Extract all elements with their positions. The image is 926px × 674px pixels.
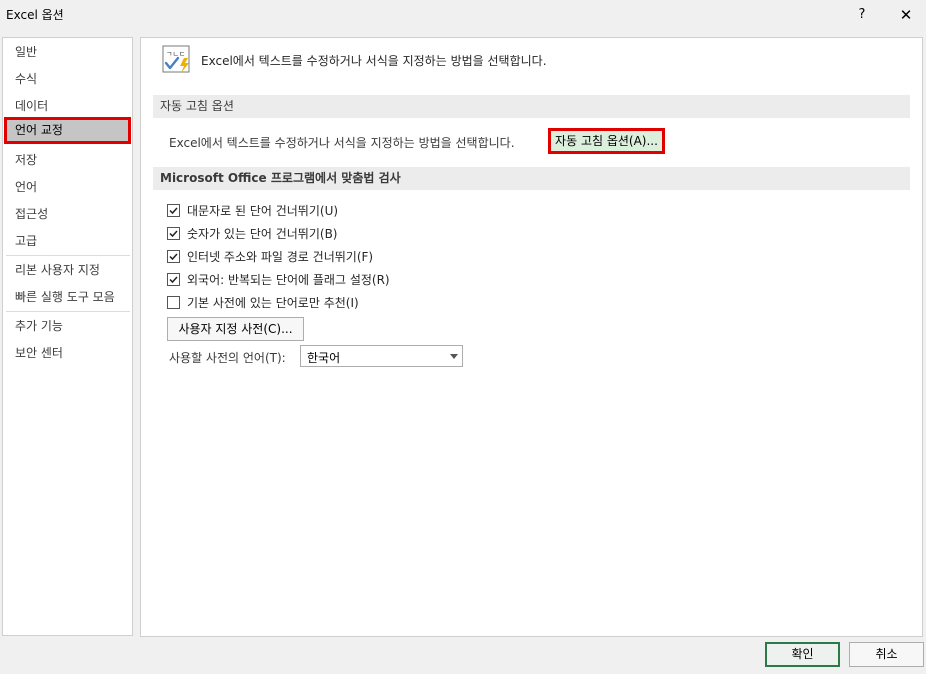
dictionary-language-select[interactable]: 한국어 [300,345,463,367]
sidebar-item-language[interactable]: 언어 [4,174,131,200]
autocorrect-options-button[interactable]: 자동 고침 옵션(A)... [548,128,665,154]
checkbox-label: 대문자로 된 단어 건너뛰기(U) [187,204,339,218]
checkbox[interactable] [167,273,180,286]
window-title: Excel 옵션 [6,8,64,22]
section-spelling-title: Microsoft Office 프로그램에서 맞춤법 검사 [153,167,910,190]
cancel-button[interactable]: 취소 [849,642,924,667]
page-header-text: Excel에서 텍스트를 수정하거나 서식을 지정하는 방법을 선택합니다. [201,54,547,68]
dictionary-language-label: 사용할 사전의 언어(T): [169,351,286,365]
ok-button[interactable]: 확인 [765,642,840,667]
sidebar-nav: 일반 수식 데이터 언어 교정 저장 언어 접근성 고급 리본 사용자 지정 빠… [2,37,133,636]
sidebar-item-proofing[interactable]: 언어 교정 [4,117,131,144]
sidebar-divider [6,311,130,312]
checkbox-label: 숫자가 있는 단어 건너뛰기(B) [187,227,338,241]
sidebar-item-save[interactable]: 저장 [4,147,131,173]
sidebar-item-accessibility[interactable]: 접근성 [4,201,131,227]
autocorrect-description: Excel에서 텍스트를 수정하거나 서식을 지정하는 방법을 선택합니다. [169,136,515,150]
sidebar-item-trust-center[interactable]: 보안 센터 [4,340,131,366]
sidebar-item-add-ins[interactable]: 추가 기능 [4,313,131,339]
title-bar: Excel 옵션 ? ✕ [0,0,926,30]
checkbox[interactable] [167,227,180,240]
help-button[interactable]: ? [850,4,874,26]
close-button[interactable]: ✕ [894,4,918,26]
sidebar-item-general[interactable]: 일반 [4,39,131,65]
sidebar-item-data[interactable]: 데이터 [4,93,131,119]
custom-dictionaries-button[interactable]: 사용자 지정 사전(C)... [167,317,304,341]
checkbox[interactable] [167,296,180,309]
content-panel: ㄱㄴㄷ Excel에서 텍스트를 수정하거나 서식을 지정하는 방법을 선택합니… [140,37,923,637]
checkbox-label: 인터넷 주소와 파일 경로 건너뛰기(F) [187,250,374,264]
proofing-abc-check-icon: ㄱㄴㄷ [162,45,196,75]
checkbox-label: 기본 사전에 있는 단어로만 추천(I) [187,296,359,310]
chevron-down-icon [450,354,458,359]
dictionary-language-value: 한국어 [307,351,341,365]
sidebar-item-customize-ribbon[interactable]: 리본 사용자 지정 [4,257,131,283]
section-autocorrect-title: 자동 고침 옵션 [153,95,910,118]
sidebar-divider [6,255,130,256]
checkbox-label: 외국어: 반복되는 단어에 플래그 설정(R) [187,273,390,287]
checkbox[interactable] [167,250,180,263]
sidebar-item-advanced[interactable]: 고급 [4,228,131,254]
checkbox[interactable] [167,204,180,217]
sidebar-item-quick-access-toolbar[interactable]: 빠른 실행 도구 모음 [4,284,131,310]
sidebar-item-formulas[interactable]: 수식 [4,66,131,92]
icon-text: ㄱㄴㄷ [166,50,185,58]
